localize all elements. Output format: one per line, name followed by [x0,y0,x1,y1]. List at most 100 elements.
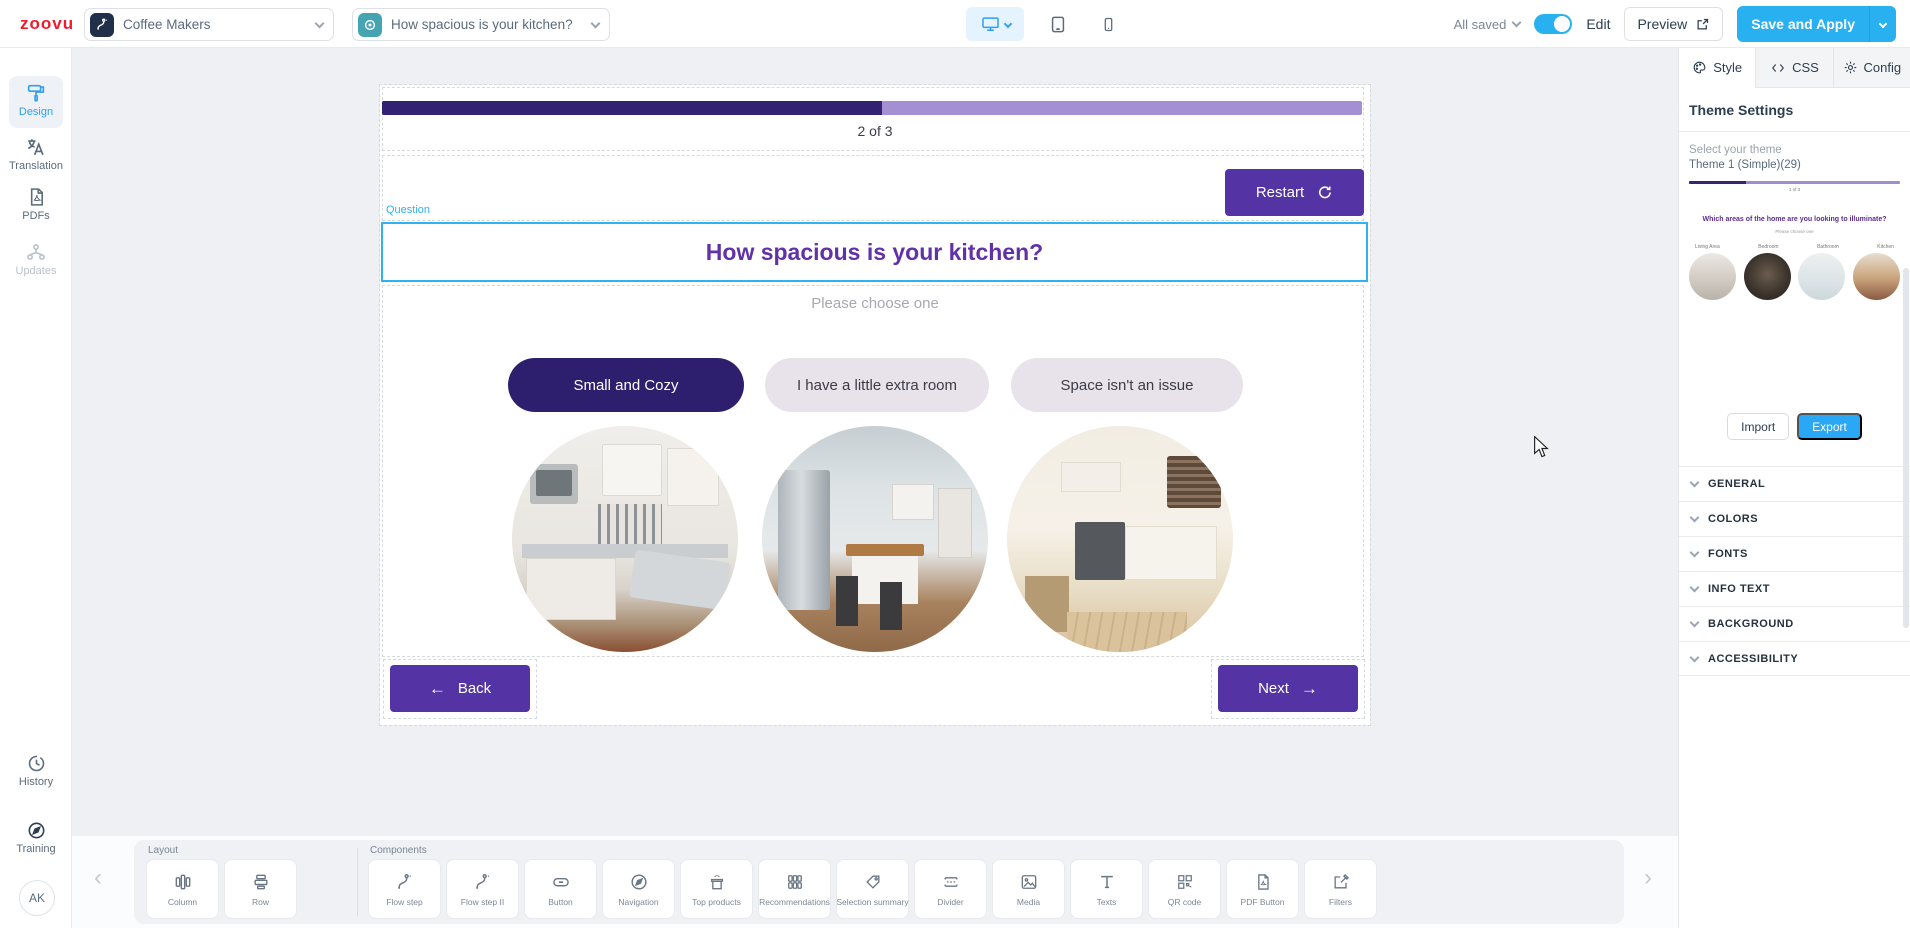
toolbar-item-label: Media [1017,897,1040,907]
media-image-icon [1019,872,1039,892]
style-panel: Style CSS Config Theme Settings Select y… [1678,48,1910,928]
sidebar-item-label: Translation [0,160,72,172]
toolbar-item-pdf-button[interactable]: PDF Button [1226,859,1299,919]
theme-select-value[interactable]: Theme 1 (Simple)(29) [1689,159,1900,171]
row-icon [251,872,271,892]
toolbar-item-label: Texts [1097,897,1117,907]
chevron-down-icon [315,18,325,28]
toolbar-item-label: Divider [937,897,963,907]
accordion-general[interactable]: GENERAL [1679,466,1910,501]
tag-icon [863,872,883,892]
option-label: I have a little extra room [797,377,957,394]
chevron-down-icon [1512,18,1522,28]
tab-css[interactable]: CSS [1755,48,1832,87]
kitchen-photo-medium[interactable] [762,426,988,652]
tablet-icon [1048,14,1068,35]
kitchen-photo-large[interactable] [1007,426,1233,652]
question-title-box[interactable]: How spacious is your kitchen? [381,222,1368,282]
tab-config[interactable]: Config [1833,48,1910,87]
restart-label: Restart [1256,184,1304,201]
left-sidebar: Design Translation PDFs Updates History … [0,48,72,928]
tab-style[interactable]: Style [1679,48,1755,88]
mini-photo-bathroom [1798,253,1845,300]
toolbar-item-recommendations[interactable]: Recommendations [758,859,831,919]
toolbar-item-selection-summary[interactable]: Selection summary [836,859,909,919]
toolbar-item-media[interactable]: Media [992,859,1065,919]
chevron-down-icon [1003,20,1011,28]
back-button[interactable]: ← Back [390,665,530,712]
export-button[interactable]: Export [1797,413,1862,440]
toolbar-item-button[interactable]: Button [524,859,597,919]
next-label: Next [1258,680,1289,697]
mini-option-label: Bathroom [1817,244,1839,250]
step-dropdown[interactable]: How spacious is your kitchen? [352,8,610,41]
question-tag: Question [386,204,430,216]
device-tablet-button[interactable] [1036,7,1080,41]
next-button[interactable]: Next → [1218,665,1358,712]
mini-photo-living-area [1689,253,1736,300]
save-and-apply-button[interactable]: Save and Apply [1737,6,1896,42]
option-little-extra-room[interactable]: I have a little extra room [765,358,989,412]
progress-block[interactable] [382,87,1364,151]
back-label: Back [458,680,491,697]
toolbar-item-filters[interactable]: Filters [1304,859,1377,919]
accordion-accessibility[interactable]: ACCESSIBILITY [1679,641,1910,676]
option-space-isnt-an-issue[interactable]: Space isn't an issue [1011,358,1243,412]
accordion-fonts[interactable]: FONTS [1679,536,1910,571]
sidebar-item-translation[interactable]: Translation [0,136,72,172]
refresh-icon [1316,184,1333,201]
option-small-and-cozy[interactable]: Small and Cozy [508,358,744,412]
accordion-colors[interactable]: COLORS [1679,501,1910,536]
toolbar-scroll-right[interactable]: › [1644,864,1652,892]
accordion-info-text[interactable]: INFO TEXT [1679,571,1910,606]
project-dropdown-value: Coffee Makers [123,17,316,32]
toolbar-item-qr-code[interactable]: QR code [1148,859,1221,919]
import-button[interactable]: Import [1727,413,1789,440]
kitchen-photo-small[interactable] [512,426,738,652]
restart-button[interactable]: Restart [1225,169,1364,216]
sidebar-item-updates[interactable]: Updates [0,241,72,277]
sidebar-item-design[interactable]: Design [0,82,72,118]
edit-filters-icon [1331,872,1351,892]
toolbar-item-label: Flow step II [461,897,504,907]
sidebar-item-training[interactable]: Training [0,820,72,855]
tab-label: Config [1864,60,1902,75]
device-desktop-button[interactable] [966,7,1024,41]
edit-mode-toggle[interactable] [1534,14,1572,34]
project-dropdown[interactable]: Coffee Makers [84,8,334,41]
theme-preview-thumbnail[interactable]: 1 of 3 Which areas of the home are you l… [1689,181,1900,351]
sidebar-item-pdfs[interactable]: PDFs [0,186,72,222]
toolbar-item-flow-step-2[interactable]: Flow step II [446,859,519,919]
toolbar-item-top-products[interactable]: Top products [680,859,753,919]
recommendations-icon [785,872,805,892]
toolbar-item-column[interactable]: Column [146,859,219,919]
save-status[interactable]: All saved [1454,17,1521,32]
preview-label: Preview [1637,16,1687,32]
mini-option-label: Kitchen [1877,244,1894,250]
toolbar-item-texts[interactable]: Texts [1070,859,1143,919]
accordion-label: BACKGROUND [1708,618,1794,630]
top-bar: zoovu Coffee Makers How spacious is your… [0,0,1910,48]
sitemap-icon [25,241,47,263]
user-avatar[interactable]: AK [19,880,55,916]
mini-photo-kitchen [1853,253,1900,300]
restart-block[interactable] [382,155,1364,221]
mini-photo-bedroom [1744,253,1791,300]
accordion-label: GENERAL [1708,478,1765,490]
toolbar-item-flow-step[interactable]: Flow step [368,859,441,919]
progress-bar [382,101,1362,115]
arrow-right-icon: → [1301,679,1318,699]
toolbar-item-divider[interactable]: Divider [914,859,987,919]
save-options-caret[interactable] [1869,6,1896,42]
panel-scrollbar[interactable] [1903,268,1909,628]
toolbar-scroll-left[interactable]: ‹ [94,864,102,892]
device-mobile-button[interactable] [1086,7,1130,41]
sidebar-item-history[interactable]: History [0,753,72,788]
toolbar-item-row[interactable]: Row [224,859,297,919]
qr-code-icon [1175,872,1195,892]
toolbar-item-navigation[interactable]: Navigation [602,859,675,919]
accordion-background[interactable]: BACKGROUND [1679,606,1910,641]
preview-button[interactable]: Preview [1624,7,1723,41]
sidebar-item-label: PDFs [0,210,72,222]
toolbar-item-label: Navigation [618,897,658,907]
